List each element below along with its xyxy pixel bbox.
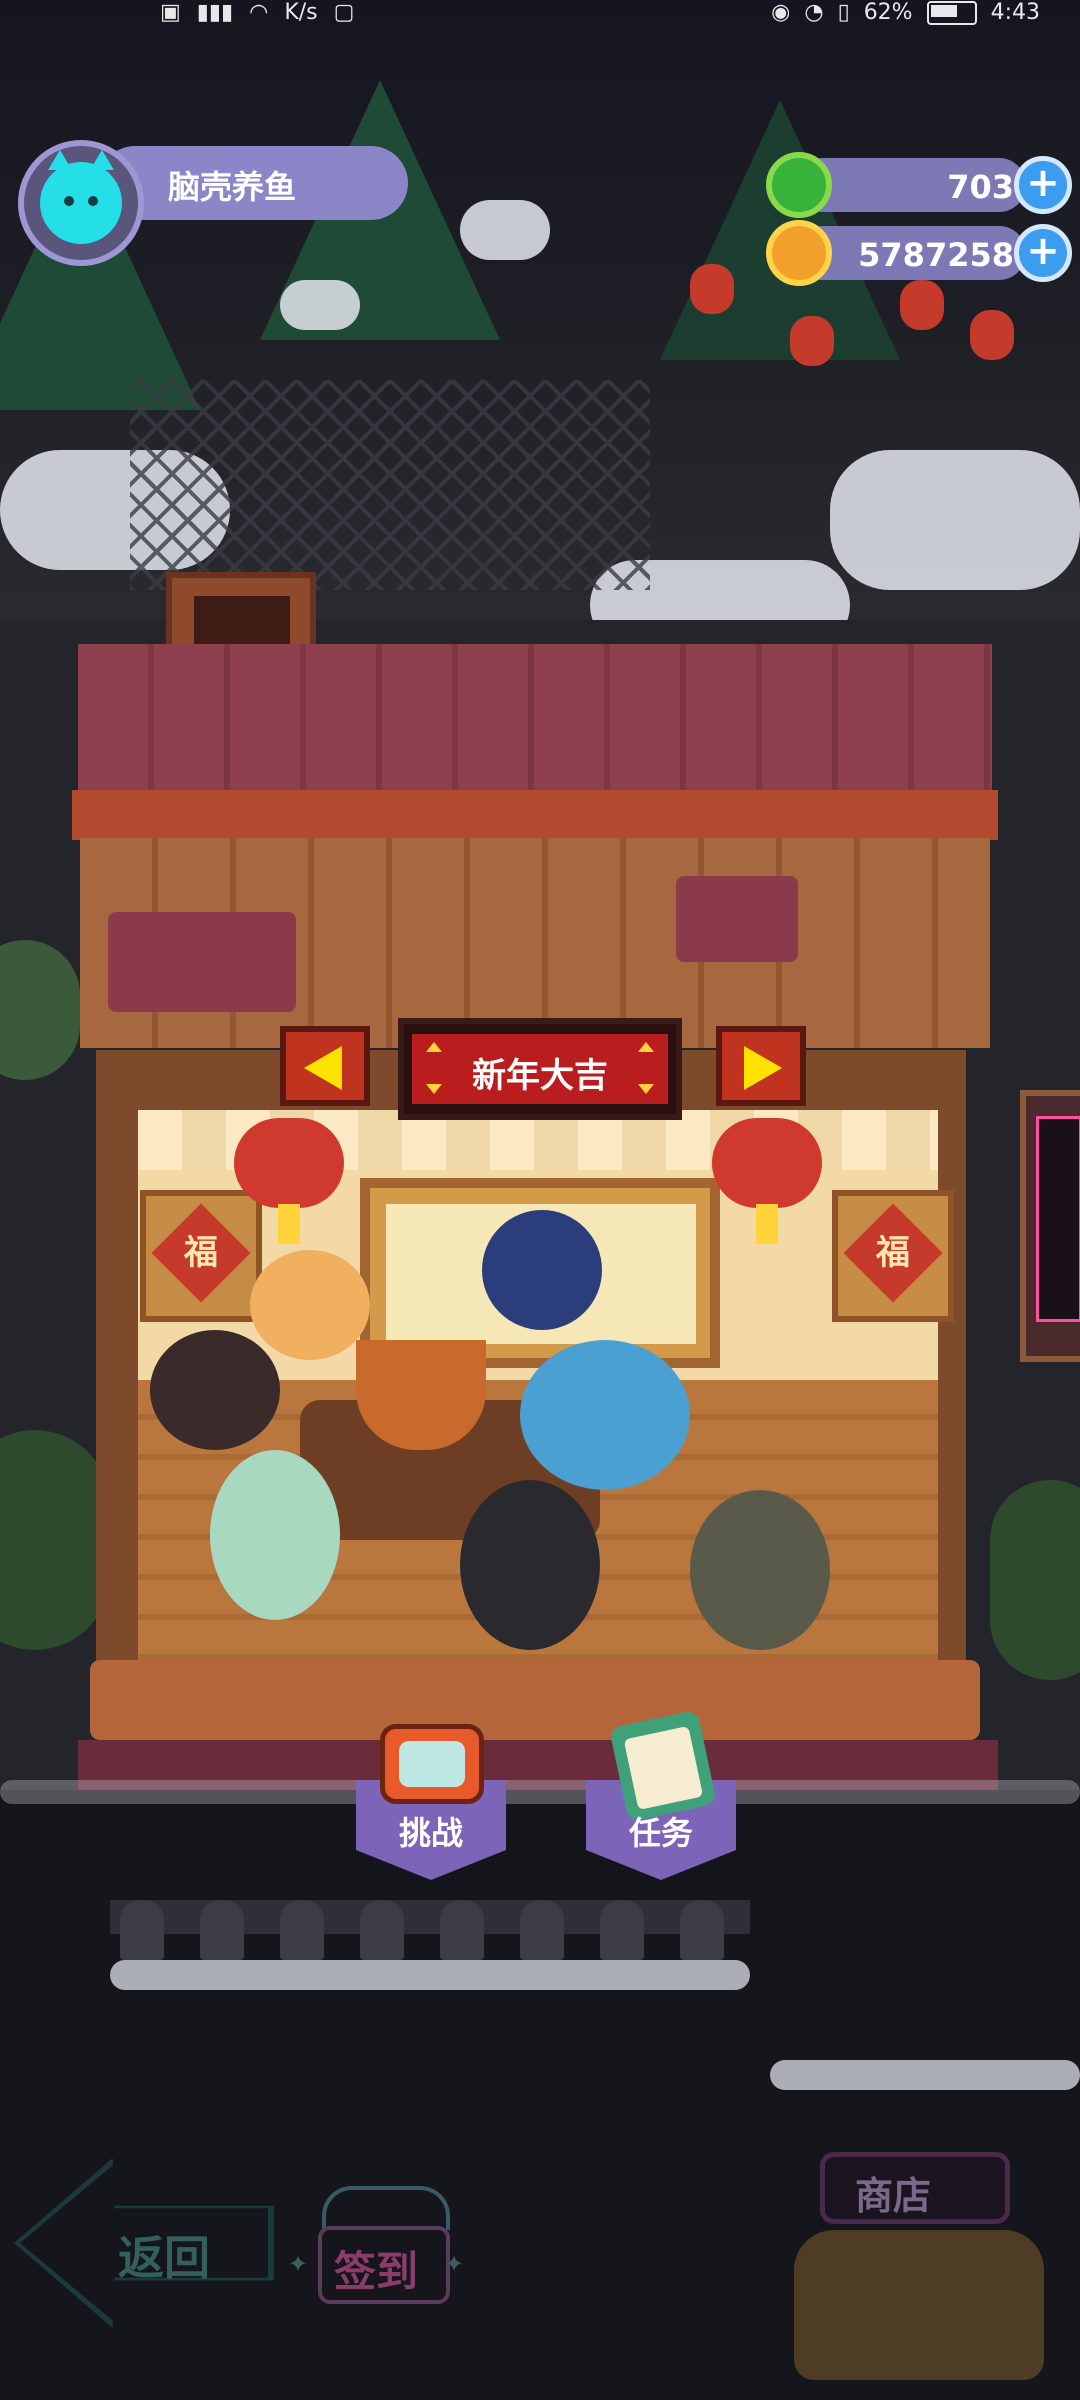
fence-post <box>120 1900 164 1960</box>
red-lantern <box>900 280 944 330</box>
challenge-label: 挑战 <box>398 1814 463 1852</box>
customer-character[interactable] <box>250 1250 370 1360</box>
status-bar: ▣ ▮▮▮ ◠ K/s ▢ ◉ ◔ ▯ 62% 4:43 <box>0 0 1080 40</box>
fence-post <box>200 1900 244 1960</box>
lion-dance-character[interactable] <box>520 1340 690 1490</box>
hd-icon: ▣ <box>160 0 181 25</box>
red-lantern <box>234 1118 344 1244</box>
battery-percent: 62% <box>863 0 913 25</box>
currency-gem: 703 + <box>766 152 1072 218</box>
signal-icon: ▮▮▮ <box>196 0 234 25</box>
back-button[interactable]: 返回 <box>14 2158 274 2328</box>
wall-patch <box>676 876 798 962</box>
avatar[interactable] <box>18 140 144 266</box>
shop-button[interactable]: 商店 <box>780 2120 1080 2400</box>
clipboard-icon <box>609 1709 717 1823</box>
hotpot <box>356 1340 486 1450</box>
bush <box>0 1430 110 1650</box>
shop-label: 商店 <box>855 2174 932 2218</box>
snow-line <box>110 1960 750 1990</box>
tv-icon <box>380 1724 484 1804</box>
player-name-pill: 脑壳养鱼 <box>98 146 408 220</box>
customer-character[interactable] <box>150 1330 280 1450</box>
fence-post <box>280 1900 324 1960</box>
wifi-icon: ◠ <box>249 0 269 25</box>
task-button[interactable]: 任务 <box>586 1709 736 1890</box>
sparkle-icon: ✦ <box>288 2250 309 2278</box>
shop-sign: 新年大吉 <box>398 1018 682 1120</box>
coin-count: 5787258 <box>858 236 1014 274</box>
alarm-icon: ◔ <box>804 0 824 25</box>
task-label: 任务 <box>628 1814 693 1852</box>
arrow-right-icon <box>744 1046 782 1090</box>
fence-post <box>680 1900 724 1960</box>
neon-shop-sign <box>1020 1090 1080 1362</box>
red-lantern <box>790 316 834 366</box>
fence-post <box>600 1900 644 1960</box>
customer-character[interactable] <box>690 1490 830 1650</box>
chef-character[interactable] <box>482 1210 602 1330</box>
add-coin-button[interactable]: + <box>1014 224 1072 282</box>
vibrate-icon: ▯ <box>837 0 850 25</box>
sign-in-label: 签到 <box>334 2247 419 2296</box>
currency-coin: 5787258 + <box>766 220 1072 286</box>
shop-roof <box>78 644 992 794</box>
eye-icon: ◉ <box>771 0 791 25</box>
food-truck-icon <box>794 2230 1044 2380</box>
fu-character: 福 <box>184 1233 218 1273</box>
shop-counter <box>90 1660 980 1740</box>
red-lantern <box>712 1118 822 1244</box>
stall-roof-icon <box>322 2186 450 2230</box>
snow-pile <box>280 280 360 330</box>
snow-line <box>770 2060 1080 2090</box>
sign-in-button[interactable]: 签到 <box>312 2186 452 2316</box>
roof-band <box>72 790 998 840</box>
customer-character[interactable] <box>210 1450 340 1620</box>
next-shop-button[interactable] <box>716 1026 806 1106</box>
arrow-left-icon <box>304 1046 342 1090</box>
chain-fence <box>130 380 650 590</box>
snow-line <box>0 1780 1080 1804</box>
fence-post <box>440 1900 484 1960</box>
sparkle-icon: ✦ <box>444 2250 465 2278</box>
challenge-button[interactable]: 挑战 <box>356 1710 506 1890</box>
fence-post <box>360 1900 404 1960</box>
clock: 4:43 <box>990 0 1040 25</box>
red-lantern <box>690 264 734 314</box>
customer-character[interactable] <box>460 1480 600 1650</box>
green-donut-coin-icon <box>766 152 832 218</box>
snow-pile <box>460 200 550 260</box>
battery-icon <box>926 0 977 25</box>
fence-post <box>520 1900 564 1960</box>
prev-shop-button[interactable] <box>280 1026 370 1106</box>
player-name: 脑壳养鱼 <box>168 168 297 206</box>
fu-character: 福 <box>876 1233 910 1273</box>
bush <box>990 1480 1080 1680</box>
network-speed: K/s <box>284 0 318 25</box>
snow-pile <box>830 450 1080 590</box>
add-gem-button[interactable]: + <box>1014 156 1072 214</box>
cat-face-icon <box>40 150 122 244</box>
fu-window-right: 福 <box>832 1190 954 1322</box>
back-label: 返回 <box>118 2231 210 2285</box>
bush <box>0 940 80 1080</box>
fu-window-left: 福 <box>140 1190 262 1322</box>
red-lantern <box>970 310 1014 360</box>
wall-patch <box>108 912 296 1012</box>
orange-planet-coin-icon <box>766 220 832 286</box>
notification-icon: ▢ <box>333 0 355 25</box>
shop-name: 新年大吉 <box>472 1056 608 1096</box>
gem-count: 703 <box>947 168 1014 206</box>
